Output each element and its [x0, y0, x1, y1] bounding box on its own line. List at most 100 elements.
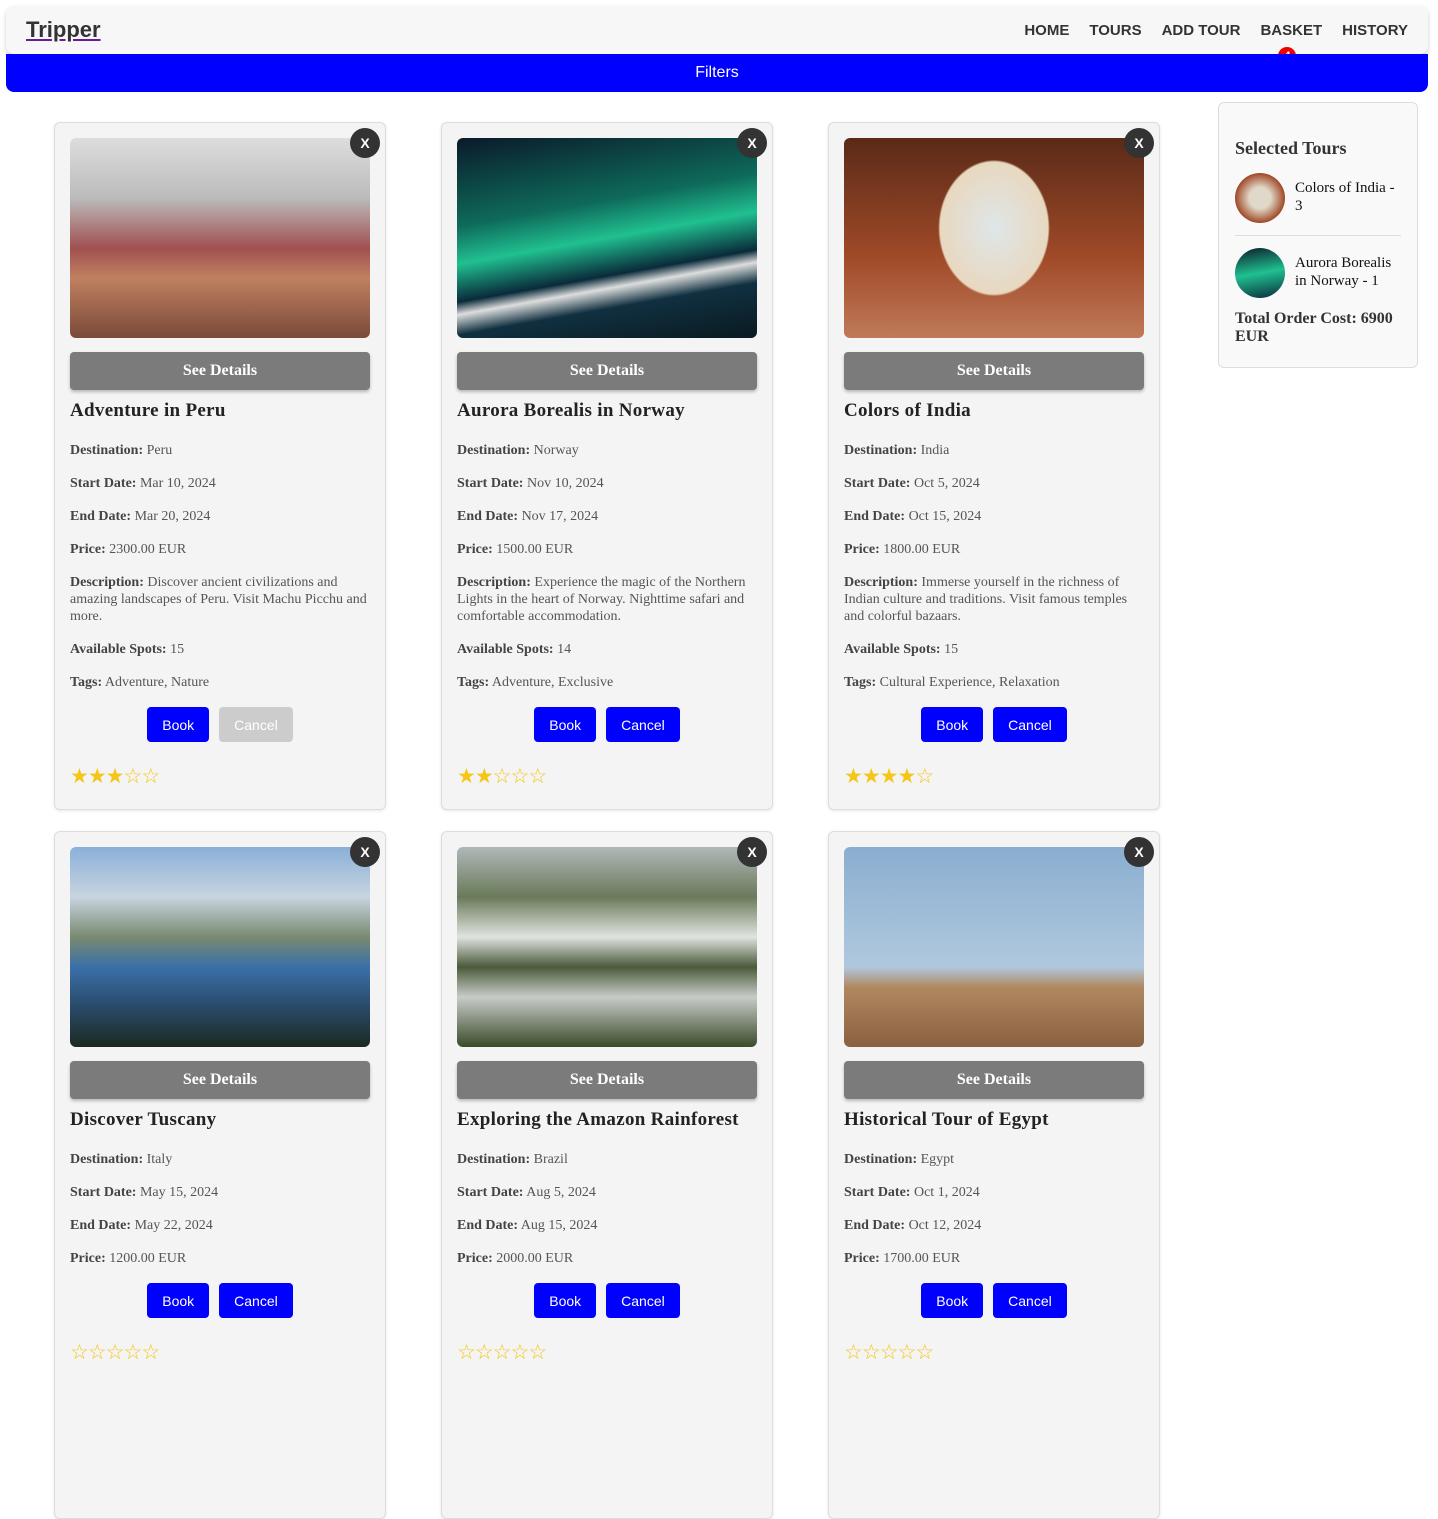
- tour-tags: Tags: Adventure, Nature: [70, 674, 370, 691]
- star-empty-icon[interactable]: ☆: [897, 1340, 916, 1364]
- star-empty-icon[interactable]: ☆: [70, 1340, 89, 1364]
- star-empty-icon[interactable]: ☆: [510, 1340, 529, 1364]
- label: End Date:: [844, 1218, 906, 1233]
- nav-history[interactable]: HISTORY: [1342, 22, 1408, 57]
- navbar: Tripper HOME TOURS ADD TOUR BASKET4 HIST…: [6, 6, 1428, 65]
- label: Price:: [70, 542, 106, 557]
- star-filled-icon[interactable]: ★: [457, 764, 476, 788]
- remove-tour-button[interactable]: X: [737, 128, 767, 158]
- star-empty-icon[interactable]: ☆: [141, 764, 160, 788]
- tour-destination: Destination: India: [844, 442, 1144, 459]
- nav-basket[interactable]: BASKET4: [1260, 22, 1322, 65]
- star-empty-icon[interactable]: ☆: [528, 764, 547, 788]
- see-details-button[interactable]: See Details: [844, 352, 1144, 390]
- star-filled-icon[interactable]: ★: [844, 764, 863, 788]
- star-empty-icon[interactable]: ☆: [88, 1340, 107, 1364]
- star-empty-icon[interactable]: ☆: [457, 1340, 476, 1364]
- star-empty-icon[interactable]: ☆: [862, 1340, 881, 1364]
- star-empty-icon[interactable]: ☆: [880, 1340, 899, 1364]
- cancel-button[interactable]: Cancel: [219, 1283, 293, 1318]
- nav-add-tour[interactable]: ADD TOUR: [1162, 22, 1241, 57]
- star-filled-icon[interactable]: ★: [897, 764, 916, 788]
- star-filled-icon[interactable]: ★: [70, 764, 89, 788]
- tour-end: End Date: Oct 15, 2024: [844, 508, 1144, 525]
- label: End Date:: [457, 1218, 519, 1233]
- selected-tour-label: Aurora Borealis in Norway - 1: [1295, 255, 1392, 289]
- star-empty-icon[interactable]: ☆: [475, 1340, 494, 1364]
- tour-price: Price: 1800.00 EUR: [844, 541, 1144, 558]
- tour-tags: Tags: Cultural Experience, Relaxation: [844, 674, 1144, 691]
- tour-price: Price: 2300.00 EUR: [70, 541, 370, 558]
- value: Egypt: [920, 1152, 955, 1167]
- star-empty-icon[interactable]: ☆: [510, 764, 529, 788]
- star-empty-icon[interactable]: ☆: [493, 1340, 512, 1364]
- label: Start Date:: [457, 1185, 524, 1200]
- book-button[interactable]: Book: [921, 707, 984, 742]
- see-details-button[interactable]: See Details: [457, 1061, 757, 1099]
- label: Start Date:: [70, 476, 137, 491]
- see-details-button[interactable]: See Details: [70, 1061, 370, 1099]
- book-button[interactable]: Book: [534, 1283, 597, 1318]
- value: Oct 1, 2024: [913, 1185, 980, 1200]
- logo[interactable]: Tripper: [26, 17, 101, 43]
- star-filled-icon[interactable]: ★: [475, 764, 494, 788]
- value: Aug 5, 2024: [526, 1185, 596, 1200]
- remove-tour-button[interactable]: X: [737, 837, 767, 867]
- star-filled-icon[interactable]: ★: [88, 764, 107, 788]
- cancel-button[interactable]: Cancel: [993, 1283, 1067, 1318]
- star-empty-icon[interactable]: ☆: [915, 1340, 934, 1364]
- star-empty-icon[interactable]: ☆: [915, 764, 934, 788]
- see-details-button[interactable]: See Details: [844, 1061, 1144, 1099]
- remove-tour-button[interactable]: X: [350, 128, 380, 158]
- label: Description:: [457, 575, 531, 590]
- label: Start Date:: [844, 1185, 911, 1200]
- star-filled-icon[interactable]: ★: [880, 764, 899, 788]
- star-empty-icon[interactable]: ☆: [141, 1340, 160, 1364]
- remove-tour-button[interactable]: X: [1124, 837, 1154, 867]
- star-filled-icon[interactable]: ★: [862, 764, 881, 788]
- value: Norway: [533, 443, 579, 458]
- see-details-button[interactable]: See Details: [457, 352, 757, 390]
- cancel-button[interactable]: Cancel: [606, 707, 680, 742]
- star-empty-icon[interactable]: ☆: [493, 764, 512, 788]
- tour-card: X See Details Historical Tour of Egypt D…: [828, 831, 1160, 1519]
- selected-tour-item: Colors of India - 3: [1235, 161, 1401, 235]
- rating-stars: ☆☆☆☆☆: [844, 1340, 1144, 1365]
- label: Start Date:: [70, 1185, 137, 1200]
- nav-home[interactable]: HOME: [1024, 22, 1069, 57]
- star-filled-icon[interactable]: ★: [106, 764, 125, 788]
- tour-destination: Destination: Italy: [70, 1151, 370, 1168]
- book-button[interactable]: Book: [921, 1283, 984, 1318]
- value: Adventure, Exclusive: [491, 675, 614, 690]
- book-button[interactable]: Book: [534, 707, 597, 742]
- star-empty-icon[interactable]: ☆: [106, 1340, 125, 1364]
- label: End Date:: [70, 1218, 132, 1233]
- star-empty-icon[interactable]: ☆: [123, 764, 142, 788]
- tour-card: X See Details Colors of India Destinatio…: [828, 122, 1160, 810]
- book-button[interactable]: Book: [147, 707, 210, 742]
- label: Destination:: [844, 1152, 918, 1167]
- cancel-button[interactable]: Cancel: [219, 707, 293, 742]
- filters-toggle[interactable]: Filters: [6, 54, 1428, 92]
- star-empty-icon[interactable]: ☆: [123, 1340, 142, 1364]
- cancel-button[interactable]: Cancel: [606, 1283, 680, 1318]
- cancel-button[interactable]: Cancel: [993, 707, 1067, 742]
- label: Available Spots:: [70, 642, 167, 657]
- remove-tour-button[interactable]: X: [350, 837, 380, 867]
- see-details-button[interactable]: See Details: [70, 352, 370, 390]
- star-empty-icon[interactable]: ☆: [844, 1340, 863, 1364]
- value: Adventure, Nature: [104, 675, 210, 690]
- value: Mar 20, 2024: [134, 509, 211, 524]
- label: Price:: [844, 542, 880, 557]
- label: Destination:: [457, 1152, 531, 1167]
- value: Aug 15, 2024: [520, 1218, 598, 1233]
- tour-destination: Destination: Norway: [457, 442, 757, 459]
- book-button[interactable]: Book: [147, 1283, 210, 1318]
- rating-stars: ☆☆☆☆☆: [70, 1340, 370, 1365]
- nav-tours[interactable]: TOURS: [1089, 22, 1141, 57]
- value: 15: [170, 642, 185, 657]
- value: Nov 17, 2024: [521, 509, 599, 524]
- remove-tour-button[interactable]: X: [1124, 128, 1154, 158]
- selected-tours-panel: Selected Tours Colors of India - 3 Aurora…: [1218, 102, 1418, 368]
- star-empty-icon[interactable]: ☆: [528, 1340, 547, 1364]
